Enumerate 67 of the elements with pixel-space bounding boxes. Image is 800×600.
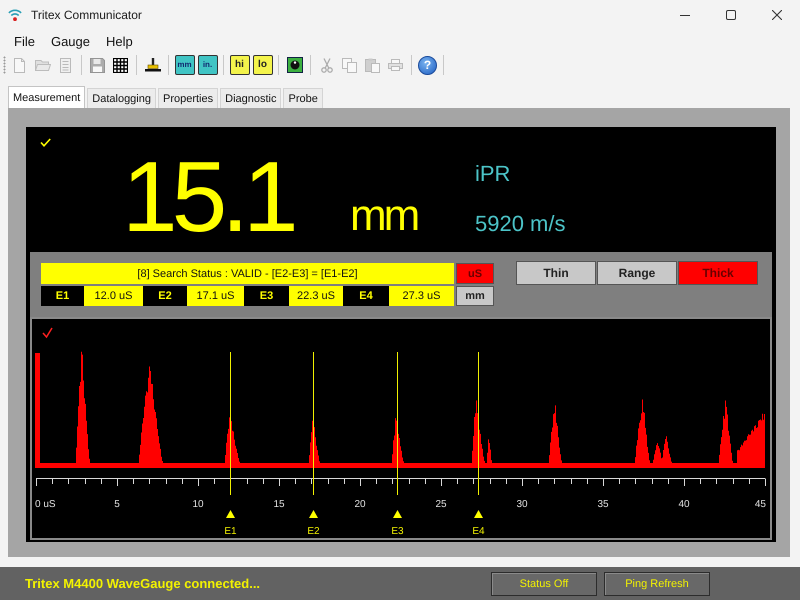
triangle-marker-icon xyxy=(309,510,318,518)
axis-label: 20 xyxy=(354,499,366,510)
check-icon xyxy=(42,328,53,338)
close-icon xyxy=(772,10,782,20)
marker-label: E3 xyxy=(391,526,404,537)
mode-label: iPR xyxy=(475,162,510,186)
limit-button[interactable]: lo xyxy=(252,55,272,75)
maximize-icon xyxy=(726,10,736,20)
echo-value: 22.3 uS xyxy=(289,286,343,306)
triangle-marker-icon xyxy=(474,510,483,518)
tab[interactable]: Datalogging xyxy=(87,88,156,108)
grid-icon xyxy=(113,58,128,72)
check-icon xyxy=(40,138,51,147)
axis-label: 40 xyxy=(678,499,690,510)
axis-label: 30 xyxy=(516,499,528,510)
axis-label: 45 xyxy=(754,499,766,510)
scissors-icon xyxy=(320,58,332,72)
echo-value: 27.3 uS xyxy=(389,286,454,306)
marker-label: E2 xyxy=(307,526,320,537)
document-icon xyxy=(14,58,25,72)
axis-label: 35 xyxy=(597,499,609,510)
menu-item[interactable]: Help xyxy=(98,32,141,50)
window-title: Tritex Communicator xyxy=(31,8,143,22)
unit-label: mm xyxy=(350,194,418,238)
echo-value: 17.1 uS xyxy=(187,286,244,306)
thickness-reading: 15.1 xyxy=(122,147,294,247)
clipboard-icon xyxy=(365,58,380,72)
limit-button[interactable]: hi xyxy=(230,55,250,75)
echo-value: 12.0 uS xyxy=(84,286,143,306)
dial-icon xyxy=(286,57,302,73)
menu-item[interactable]: File xyxy=(6,32,43,50)
echo-label: E1 xyxy=(41,286,84,306)
unit-button[interactable]: mm xyxy=(174,55,194,75)
echo-label: E2 xyxy=(143,286,187,306)
tab[interactable]: Properties xyxy=(158,88,218,108)
marker-label: E4 xyxy=(472,526,485,537)
minimize-icon xyxy=(680,14,690,16)
axis-label: 0 uS xyxy=(35,499,56,510)
copy-icon xyxy=(342,58,357,72)
status-message: Tritex M4400 WaveGauge connected... xyxy=(25,576,260,591)
echo-label: E3 xyxy=(244,286,289,306)
triangle-marker-icon xyxy=(393,510,402,518)
tab[interactable]: Measurement xyxy=(8,86,86,108)
probe-icon xyxy=(144,58,160,72)
gate-mode-button[interactable]: Range xyxy=(597,261,677,285)
tab[interactable]: Probe xyxy=(283,88,323,108)
triangle-marker-icon xyxy=(226,510,235,518)
status-button[interactable]: Ping Refresh xyxy=(604,572,710,596)
axis-label: 25 xyxy=(435,499,447,510)
folder-icon xyxy=(34,60,50,70)
wireless-icon xyxy=(8,8,22,22)
printer-icon xyxy=(388,59,403,71)
grip-handle[interactable] xyxy=(3,56,6,74)
menu-item[interactable]: Gauge xyxy=(42,32,98,50)
unit-toggle-button[interactable]: mm xyxy=(456,286,494,306)
list-icon xyxy=(60,58,71,72)
axis-label: 5 xyxy=(114,499,120,510)
axis-label: 10 xyxy=(192,499,204,510)
gate-mode-button[interactable]: Thin xyxy=(516,261,596,285)
status-button[interactable]: Status Off xyxy=(491,572,597,596)
marker-label: E1 xyxy=(224,526,237,537)
axis-label: 15 xyxy=(273,499,285,510)
search-status-banner: [8] Search Status : VALID - [E2-E3] = [E1-E2] xyxy=(41,263,454,284)
velocity-reading: 5920 m/s xyxy=(475,212,566,236)
echo-label: E4 xyxy=(343,286,389,306)
unit-button[interactable]: in. xyxy=(198,55,218,75)
tab[interactable]: Diagnostic xyxy=(220,88,282,108)
